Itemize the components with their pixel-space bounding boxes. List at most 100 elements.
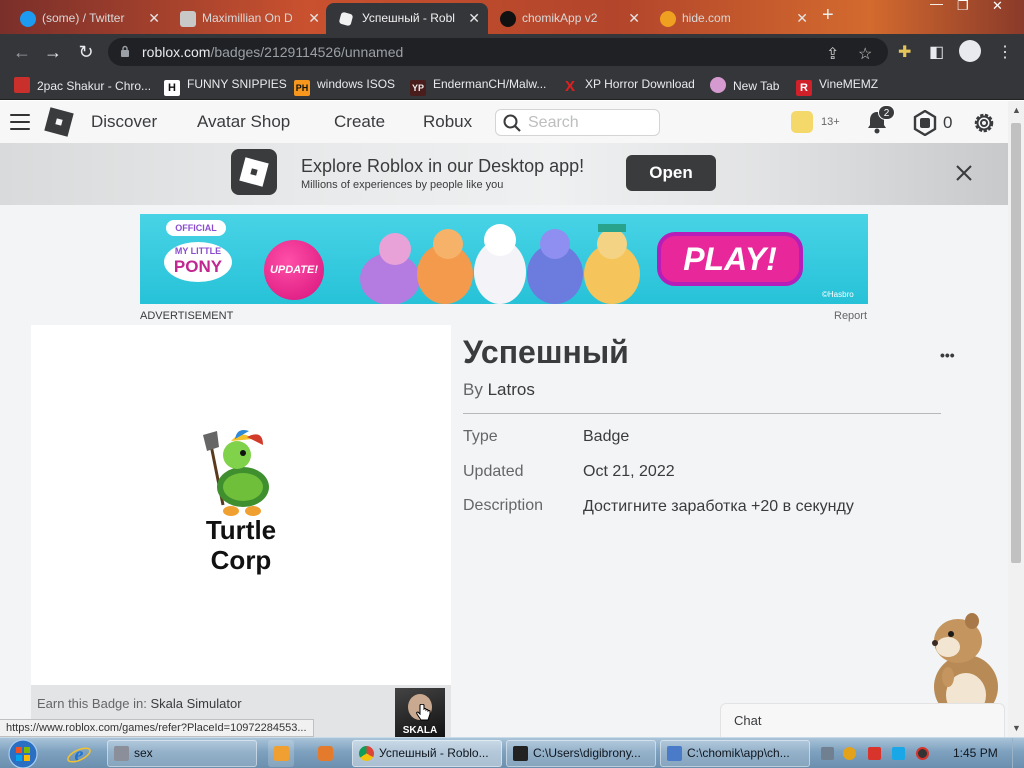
banner-subtitle: Millions of experiences by people like y…	[301, 179, 504, 191]
bookmark-item[interactable]: X XP Horror Download	[562, 77, 695, 95]
tab-label: Maximillian On D	[202, 11, 293, 25]
close-icon[interactable]: ✕	[796, 3, 808, 34]
settings-gear-icon[interactable]	[971, 110, 997, 136]
tab-label: Успешный - Robl	[362, 11, 455, 25]
close-icon[interactable]: ✕	[468, 3, 480, 34]
page-viewport: Discover Avatar Shop Create Robux 13+ 2	[0, 101, 1008, 737]
hamburger-menu-icon[interactable]	[10, 114, 30, 130]
extensions-puzzle-icon[interactable]: ✚	[898, 42, 911, 62]
windows-taskbar: e sex Успешный - Roblo... C:\Users\digib…	[0, 737, 1024, 768]
tab-twitter[interactable]: (some) / Twitter ✕	[6, 3, 168, 34]
roblox-logo-icon[interactable]	[44, 107, 74, 137]
taskbar-item-explorer[interactable]: C:\chomik\app\ch...	[660, 740, 810, 767]
advertisement-label: ADVERTISEMENT	[140, 310, 234, 322]
search-icon	[503, 114, 521, 132]
chat-bar[interactable]: Chat	[720, 703, 1005, 737]
open-app-button[interactable]: Open	[626, 155, 716, 191]
bookmark-item[interactable]: R VineMEMZ	[796, 77, 878, 96]
ad-play-button[interactable]: PLAY!	[657, 232, 803, 286]
earn-badge-text[interactable]: Earn this Badge in: Skala Simulator	[37, 696, 242, 711]
scroll-up-icon[interactable]: ▲	[1012, 105, 1021, 115]
paint-icon[interactable]	[312, 740, 338, 767]
show-desktop-button[interactable]	[1012, 738, 1024, 768]
nav-robux[interactable]: Robux	[423, 112, 472, 132]
bookmark-item[interactable]: New Tab	[710, 77, 779, 93]
address-bar[interactable]: roblox.com/badges/2129114526/unnamed ⇪ ☆	[108, 38, 888, 66]
page-scrollbar[interactable]: ▲ ▼	[1008, 101, 1024, 737]
creator-line: By Latros	[463, 380, 535, 399]
ad-update-ornament: UPDATE!	[264, 240, 324, 300]
reload-icon[interactable]: ↻	[75, 41, 97, 63]
minimize-icon[interactable]: —	[930, 0, 943, 11]
avatar-face-icon[interactable]	[791, 111, 813, 133]
desktop-app-banner: Explore Roblox in our Desktop app! Milli…	[0, 143, 1008, 205]
roblox-icon	[338, 11, 354, 27]
x-icon: X	[564, 78, 575, 95]
notification-count-badge: 2	[878, 105, 895, 120]
h-icon: H	[164, 80, 180, 96]
media-player-icon[interactable]	[268, 740, 294, 767]
report-ad-link[interactable]: Report	[834, 310, 867, 322]
scroll-down-icon[interactable]: ▼	[1012, 723, 1021, 733]
taskbar-item-sex[interactable]: sex	[107, 740, 257, 767]
more-options-icon[interactable]: •••	[940, 347, 955, 363]
start-orb-icon[interactable]	[6, 738, 40, 768]
close-window-icon[interactable]: ✕	[992, 0, 1003, 14]
folder-window-icon	[667, 746, 682, 761]
nav-create[interactable]: Create	[334, 112, 385, 132]
tab-hide[interactable]: hide.com ✕	[646, 3, 816, 34]
search-box[interactable]	[495, 109, 660, 136]
advertisement-banner[interactable]: OFFICIAL MY LITTLE PONY UPDATE! PLAY! ©H…	[140, 214, 868, 304]
game-thumbnail-label: SKALA	[402, 725, 438, 736]
robux-icon[interactable]	[912, 110, 938, 136]
bookmark-item[interactable]: 2pac Shakur - Chro...	[14, 77, 151, 93]
side-panel-icon[interactable]: ◧	[929, 42, 944, 62]
back-arrow-icon[interactable]: ←	[11, 41, 33, 63]
window-icon	[114, 746, 129, 761]
badge-thumbnail-text: Turtle Corp	[205, 515, 277, 575]
bookmark-item[interactable]: YP EndermanCH/Malw...	[410, 77, 546, 96]
bookmarks-bar: 2pac Shakur - Chro... H FUNNY SNIPPIES PH…	[0, 70, 1024, 100]
maximize-icon[interactable]: ❐	[957, 0, 969, 14]
forward-arrow-icon[interactable]: →	[42, 41, 64, 63]
search-input[interactable]	[528, 113, 653, 133]
kebab-menu-icon[interactable]: ⋮	[997, 42, 1013, 62]
tab-label: chomikApp v2	[522, 11, 598, 25]
tray-volume-icon[interactable]	[916, 747, 929, 760]
tray-search-icon[interactable]	[843, 747, 856, 760]
nav-discover[interactable]: Discover	[91, 112, 157, 132]
avatar-icon	[710, 77, 726, 93]
tab-roblox-active[interactable]: Успешный - Robl ✕	[326, 3, 488, 34]
tray-flag-icon[interactable]	[868, 747, 881, 760]
r-icon: R	[796, 80, 812, 96]
tab-maximillian[interactable]: Maximillian On D ✕	[166, 3, 328, 34]
close-icon[interactable]: ✕	[308, 3, 320, 34]
tab-github[interactable]: chomikApp v2 ✕	[486, 3, 648, 34]
system-clock[interactable]: 1:45 PM	[953, 746, 998, 760]
chat-label: Chat	[734, 713, 762, 728]
ph-icon: PH	[294, 80, 310, 96]
github-icon	[500, 11, 516, 27]
tray-app-icon[interactable]	[821, 747, 834, 760]
close-icon[interactable]	[954, 163, 974, 183]
bookmark-star-icon[interactable]: ☆	[858, 44, 872, 64]
close-icon[interactable]: ✕	[628, 3, 640, 34]
tray-network-icon[interactable]	[892, 747, 905, 760]
yp-icon: YP	[410, 80, 426, 96]
scrollbar-thumb[interactable]	[1011, 123, 1021, 563]
profile-avatar-icon[interactable]	[959, 40, 981, 62]
bookmark-item[interactable]: PH windows ISOS	[294, 77, 395, 96]
internet-explorer-icon[interactable]: e	[64, 740, 94, 767]
svg-text:PONY: PONY	[174, 257, 223, 276]
share-icon[interactable]: ⇪	[826, 44, 839, 64]
ponies-illustration	[360, 224, 640, 304]
bookmark-item[interactable]: H FUNNY SNIPPIES	[164, 77, 287, 96]
creator-link[interactable]: Latros	[488, 380, 535, 399]
description-label: Description	[463, 497, 544, 514]
new-tab-button[interactable]: +	[822, 4, 834, 27]
updated-label: Updated	[463, 463, 524, 480]
taskbar-item-7zip[interactable]: C:\Users\digibrony...	[506, 740, 656, 767]
close-icon[interactable]: ✕	[148, 3, 160, 34]
nav-avatar-shop[interactable]: Avatar Shop	[197, 112, 290, 132]
taskbar-item-chrome[interactable]: Успешный - Roblo...	[352, 740, 502, 767]
